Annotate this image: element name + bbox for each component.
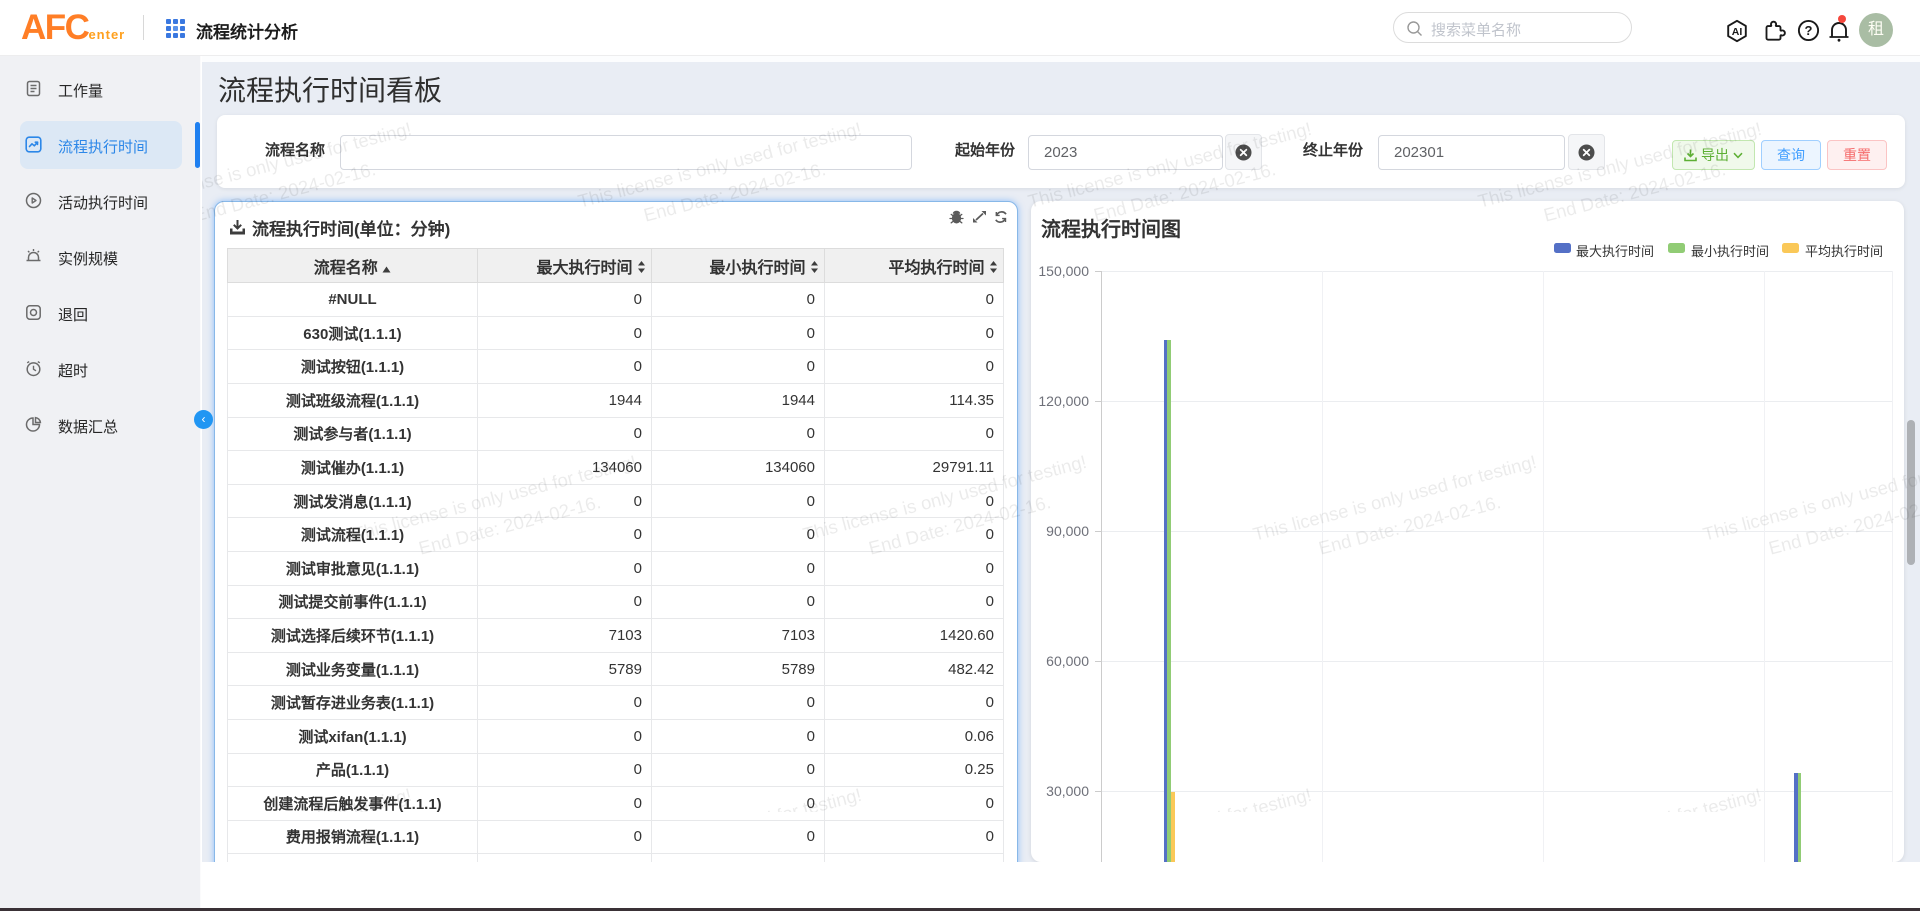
svg-text:?: ? [1805,23,1813,38]
svg-text:AI: AI [1732,26,1743,38]
